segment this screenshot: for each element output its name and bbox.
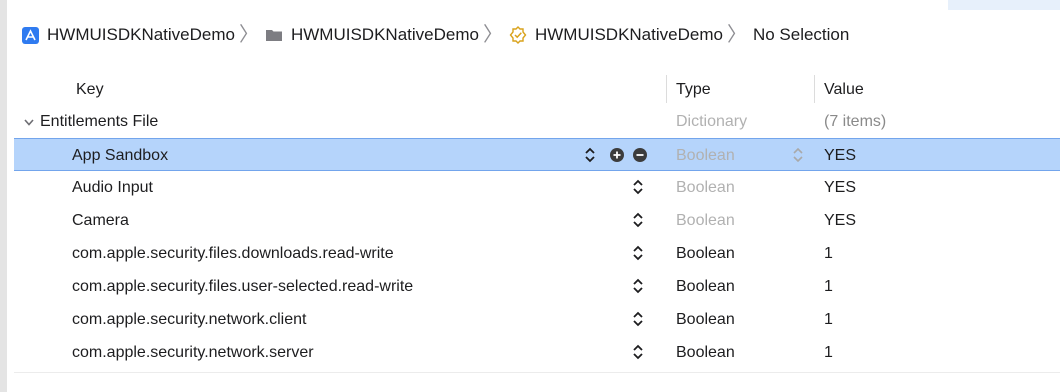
row-value[interactable]: YES: [824, 147, 856, 165]
chevron-right-icon: 〉: [238, 24, 259, 46]
row-value[interactable]: YES: [824, 179, 856, 197]
row-type[interactable]: Boolean: [676, 179, 735, 197]
root-value: (7 items): [824, 113, 887, 130]
add-item-button[interactable]: [609, 147, 625, 168]
row-value[interactable]: 1: [824, 344, 833, 362]
type-stepper-icon[interactable]: [792, 147, 804, 168]
key-stepper-icon[interactable]: [632, 212, 644, 233]
breadcrumb-selection-label: No Selection: [752, 25, 850, 44]
top-accent: [948, 0, 1060, 10]
row-key[interactable]: com.apple.security.files.user-selected.r…: [72, 278, 413, 296]
table-row-root[interactable]: Entitlements File Dictionary (7 items): [14, 105, 1060, 138]
key-stepper-icon[interactable]: [584, 147, 596, 168]
key-stepper-icon[interactable]: [632, 344, 644, 365]
root-type: Dictionary: [676, 113, 748, 130]
key-stepper-icon[interactable]: [632, 179, 644, 200]
root-key: Entitlements File: [40, 113, 159, 130]
table-row[interactable]: App Sandbox Boolean YES: [14, 138, 1060, 171]
table-row[interactable]: com.apple.security.files.downloads.read-…: [14, 237, 1060, 270]
row-value[interactable]: 1: [824, 245, 833, 263]
table-row[interactable]: com.apple.security.network.server Boolea…: [14, 336, 1060, 369]
row-key[interactable]: Audio Input: [72, 179, 153, 197]
breadcrumb-project-label: HWMUISDKNativeDemo: [47, 25, 235, 44]
row-key[interactable]: com.apple.security.network.server: [72, 344, 314, 362]
chevron-right-icon: 〉: [726, 24, 747, 46]
row-value[interactable]: 1: [824, 311, 833, 329]
row-type[interactable]: Boolean: [676, 245, 735, 263]
breadcrumb-group[interactable]: HWMUISDKNativeDemo: [265, 25, 479, 45]
row-key[interactable]: App Sandbox: [72, 147, 168, 165]
table-row[interactable]: Audio Input Boolean YES: [14, 171, 1060, 204]
table-row[interactable]: com.apple.security.network.client Boolea…: [14, 303, 1060, 336]
remove-item-button[interactable]: [632, 147, 648, 168]
breadcrumb-file-label: HWMUISDKNativeDemo: [534, 25, 723, 44]
breadcrumb-group-label: HWMUISDKNativeDemo: [290, 25, 479, 44]
column-header-value[interactable]: Value: [824, 81, 864, 99]
row-type[interactable]: Boolean: [676, 212, 735, 230]
row-key[interactable]: com.apple.security.network.client: [72, 311, 306, 329]
row-type[interactable]: Boolean: [676, 311, 735, 329]
breadcrumb-file[interactable]: HWMUISDKNativeDemo: [509, 25, 723, 45]
row-value[interactable]: YES: [824, 212, 856, 230]
table-row[interactable]: Camera Boolean YES: [14, 204, 1060, 237]
key-stepper-icon[interactable]: [632, 278, 644, 299]
column-header-type[interactable]: Type: [676, 81, 711, 99]
folder-icon: [265, 28, 283, 42]
column-header-key[interactable]: Key: [76, 81, 104, 99]
key-stepper-icon[interactable]: [632, 245, 644, 266]
breadcrumb-project[interactable]: HWMUISDKNativeDemo: [22, 25, 235, 45]
row-type[interactable]: Boolean: [676, 147, 735, 165]
entitlements-seal-icon: [509, 26, 527, 44]
table-header: Key Type Value: [14, 73, 1060, 105]
column-divider: [814, 75, 815, 103]
xcode-project-icon: [22, 26, 39, 44]
row-key[interactable]: com.apple.security.files.downloads.read-…: [72, 245, 394, 263]
disclosure-chevron-down-icon[interactable]: [23, 115, 35, 133]
key-stepper-icon[interactable]: [632, 311, 644, 332]
chevron-right-icon: 〉: [482, 24, 503, 46]
row-type[interactable]: Boolean: [676, 278, 735, 296]
table-row[interactable]: com.apple.security.files.user-selected.r…: [14, 270, 1060, 303]
row-value[interactable]: 1: [824, 278, 833, 296]
left-gutter: [0, 0, 7, 392]
breadcrumb: HWMUISDKNativeDemo 〉 HWMUISDKNativeDemo …: [22, 20, 849, 50]
breadcrumb-selection[interactable]: No Selection: [753, 25, 849, 45]
row-type[interactable]: Boolean: [676, 344, 735, 362]
plist-table: Key Type Value Entitlements File Diction…: [14, 73, 1060, 369]
column-divider: [666, 75, 667, 103]
row-key[interactable]: Camera: [72, 212, 129, 230]
table-bottom-divider: [14, 372, 1060, 373]
